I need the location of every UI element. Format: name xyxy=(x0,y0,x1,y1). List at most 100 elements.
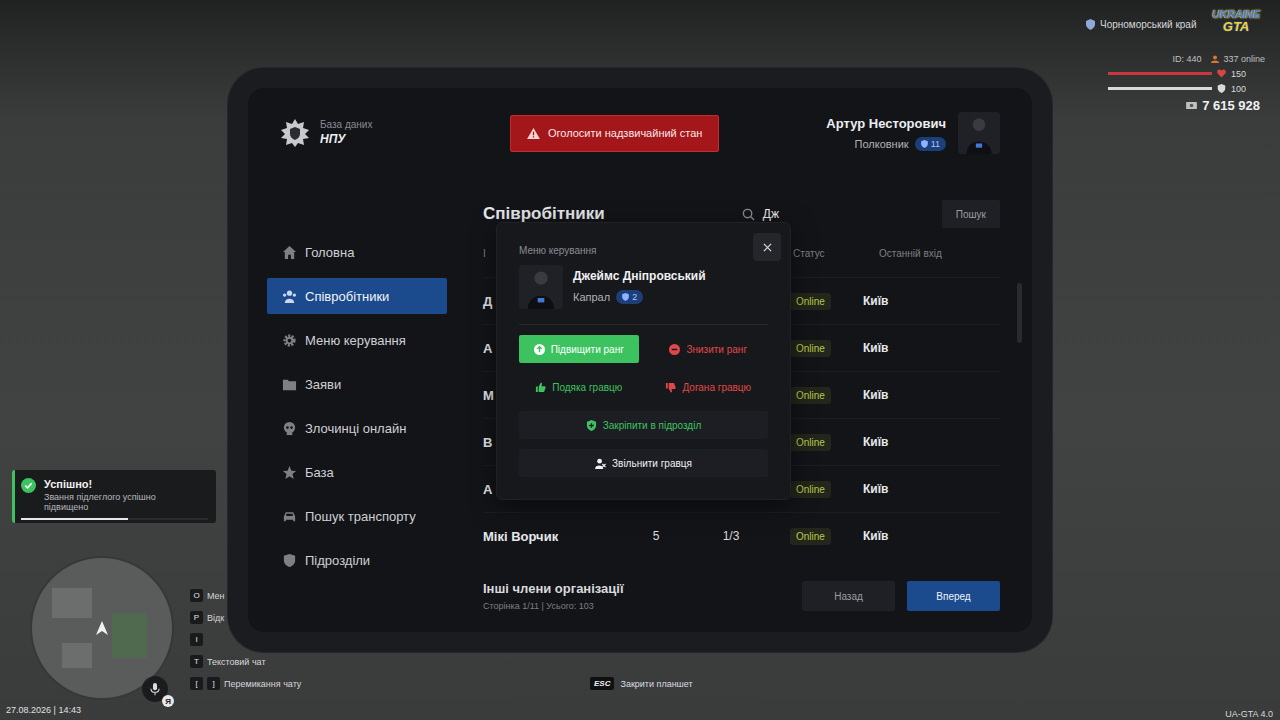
brand: База даних НПУ xyxy=(267,118,510,148)
shield-icon xyxy=(282,553,297,568)
page-info: Сторінка 1/11 | Усього: 103 xyxy=(483,601,624,611)
selected-player: Джеймс Дніпровський Капрал 2 xyxy=(519,265,768,309)
tablet: База даних НПУ Оголосити надзвичайний ст… xyxy=(228,68,1052,652)
dismiss-button[interactable]: Звільнити гравця xyxy=(519,449,768,477)
status-pill: Online xyxy=(790,434,831,451)
sidebar-item[interactable]: Головна xyxy=(267,234,447,270)
notification-message: Звання підлеглого успішно підвищено xyxy=(44,493,194,513)
esc-key: ESC xyxy=(590,677,614,690)
mic-badge: Я xyxy=(162,695,174,707)
divider xyxy=(519,324,768,325)
rank-badge: 2 xyxy=(616,290,643,304)
key-hint: T Текстовий чат xyxy=(190,655,301,668)
key-cap: [ xyxy=(190,677,203,690)
sidebar-item[interactable]: Заяви xyxy=(267,366,447,402)
status-pill: Online xyxy=(790,481,831,498)
key-cap: O xyxy=(190,589,203,602)
money-icon xyxy=(1186,101,1197,110)
footer-title: Інші члени організації xyxy=(483,581,624,596)
reprimand-button[interactable]: Догана гравцю xyxy=(649,373,769,401)
gear-icon xyxy=(282,333,297,348)
armor-icon xyxy=(1217,84,1226,93)
sidebar-item[interactable]: Злочинці онлайн xyxy=(267,410,447,446)
search-button[interactable]: Пошук xyxy=(942,200,1000,228)
tablet-header: База даних НПУ Оголосити надзвичайний ст… xyxy=(267,100,1000,166)
close-icon xyxy=(763,243,772,252)
close-button[interactable] xyxy=(753,233,781,261)
region-label: Чорноморський край xyxy=(1086,19,1197,30)
column-header: Останній вхід xyxy=(863,248,1000,259)
table-row[interactable]: Мікі Ворчик 5 1/3 Online Київ xyxy=(483,512,1000,559)
star-icon xyxy=(282,465,297,480)
assign-icon xyxy=(586,420,597,431)
player-stats: ID: 440 337 online 150 100 7 615 928 xyxy=(1108,54,1268,113)
armor-bar xyxy=(1108,87,1212,90)
status-pill: Online xyxy=(790,528,831,545)
mic-button[interactable]: Я xyxy=(142,676,168,702)
sidebar-item[interactable]: Підрозділи xyxy=(267,542,447,578)
shield-icon xyxy=(1086,19,1095,30)
shield-icon xyxy=(622,293,629,301)
column-header: Статус xyxy=(783,248,863,259)
player-arrow-icon xyxy=(96,621,108,635)
success-notification: Успішно! Звання підлеглого успішно підви… xyxy=(12,470,216,523)
sidebar-item[interactable]: База xyxy=(267,454,447,490)
employees-panel: Співробітники Дж Пошук ІСтатусОстанній в… xyxy=(483,166,1000,632)
player-name: Джеймс Дніпровський xyxy=(573,269,706,283)
version-label: UA-GTA 4.0 xyxy=(1225,709,1273,719)
health-bar xyxy=(1108,72,1212,75)
tablet-screen: База даних НПУ Оголосити надзвичайний ст… xyxy=(248,88,1032,632)
criminals-icon xyxy=(282,421,297,436)
rank-badge: 11 xyxy=(915,137,946,151)
sidebar-item[interactable]: Пошук транспорту xyxy=(267,498,447,534)
status-pill: Online xyxy=(790,293,831,310)
home-icon xyxy=(282,245,297,260)
datetime: 27.08.2026 | 14:43 xyxy=(6,705,81,715)
key-cap: P xyxy=(190,611,203,624)
page-title: Співробітники xyxy=(483,204,605,224)
table-footer: Інші члени організації Сторінка 1/11 | У… xyxy=(483,581,1000,611)
sidebar: Головна Співробітники Меню керування Зая… xyxy=(267,166,447,632)
car-icon xyxy=(282,509,297,524)
promote-icon xyxy=(534,344,545,355)
emergency-button[interactable]: Оголосити надзвичайний стан xyxy=(510,115,719,152)
thank-button[interactable]: Подяка гравцю xyxy=(519,373,639,401)
notification-title: Успішно! xyxy=(44,478,194,490)
microphone-icon xyxy=(150,683,160,696)
sidebar-item[interactable]: Співробітники xyxy=(267,278,447,314)
money-row: 7 615 928 xyxy=(1108,98,1268,113)
key-cap: I xyxy=(190,633,203,646)
user-rank: Полковник xyxy=(855,138,909,150)
dismiss-icon xyxy=(595,458,606,469)
close-hint: ESC Закрити планшет xyxy=(590,677,693,690)
demote-button[interactable]: Знизити ранг xyxy=(649,335,769,363)
user-name: Артур Несторович xyxy=(826,116,946,131)
thank-icon xyxy=(535,382,546,393)
game-logo: UKRAINE GTA xyxy=(1212,9,1260,33)
sidebar-item[interactable]: Меню керування xyxy=(267,322,447,358)
pagination-button[interactable]: Вперед xyxy=(907,581,1000,611)
promote-button[interactable]: Підвищити ранг xyxy=(519,335,639,363)
modal-title: Меню керування xyxy=(519,245,768,256)
shield-icon xyxy=(921,140,928,148)
heart-icon xyxy=(1217,69,1226,78)
armor-row: 100 xyxy=(1108,83,1268,94)
demote-icon xyxy=(669,344,680,355)
key-hint: [] Перемикання чату xyxy=(190,677,301,690)
key-cap: ] xyxy=(207,677,220,690)
online-icon xyxy=(1211,55,1219,63)
check-icon xyxy=(21,478,36,493)
manage-modal: Меню керування Джеймс Дніпровський Капра… xyxy=(496,222,791,500)
id-row: ID: 440 337 online xyxy=(1108,54,1268,64)
status-pill: Online xyxy=(790,387,831,404)
assign-button[interactable]: Закріпити в підрозділ xyxy=(519,411,768,439)
status-pill: Online xyxy=(790,340,831,357)
key-cap: T xyxy=(190,655,203,668)
staff-icon xyxy=(282,289,297,304)
scrollbar[interactable] xyxy=(1017,283,1022,343)
reprimand-icon xyxy=(665,382,676,393)
pagination-button[interactable]: Назад xyxy=(802,581,895,611)
search-field[interactable]: Дж xyxy=(742,207,932,221)
health-row: 150 xyxy=(1108,68,1268,79)
warning-icon xyxy=(527,128,540,139)
